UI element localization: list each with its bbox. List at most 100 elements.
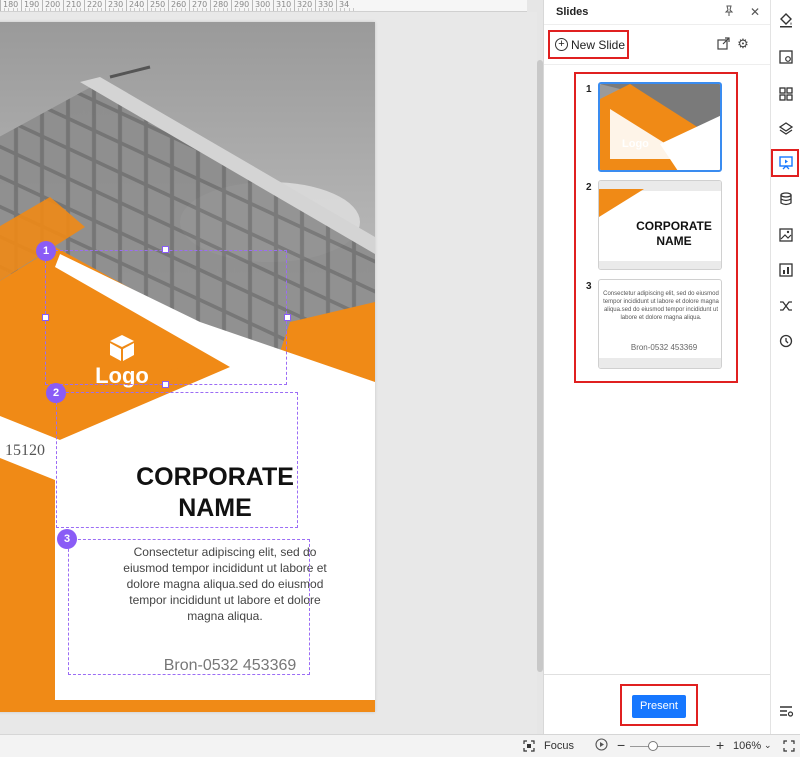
ruler-minor-tick xyxy=(25,8,27,11)
settings-list-icon[interactable] xyxy=(777,702,795,720)
ruler-minor-tick xyxy=(92,8,94,11)
ruler-minor-tick xyxy=(130,8,132,11)
shuffle-icon[interactable] xyxy=(777,297,795,315)
new-slide-button[interactable]: + New Slide xyxy=(548,30,629,59)
selection-badge-2: 2 xyxy=(46,383,66,403)
ruler-minor-tick xyxy=(319,8,321,11)
ruler-minor-tick xyxy=(268,8,270,11)
ruler-minor-tick xyxy=(113,8,115,11)
resize-handle[interactable] xyxy=(162,246,169,253)
panel-header: Slides ✕ xyxy=(544,0,771,25)
ruler-minor-tick xyxy=(100,8,102,11)
selection-box-2[interactable] xyxy=(56,392,298,528)
thumbnail-logo-text: Logo xyxy=(622,138,649,150)
gear-icon[interactable]: ⚙ xyxy=(736,37,750,51)
plus-circle-icon: + xyxy=(555,38,568,51)
ruler-minor-tick xyxy=(58,8,60,11)
database-icon[interactable] xyxy=(777,190,795,208)
selection-box-1[interactable] xyxy=(45,250,287,385)
ruler-minor-tick xyxy=(33,8,35,11)
ruler-minor-tick xyxy=(184,8,186,11)
slides-panel: Slides ✕ + New Slide ⚙ 1 Logo 2 CORPORAT… xyxy=(543,0,771,734)
zoom-out-button[interactable]: − xyxy=(617,737,625,753)
layers-icon[interactable] xyxy=(777,120,795,138)
zoom-in-button[interactable]: + xyxy=(716,737,724,753)
slide-thumbnail-2[interactable]: CORPORATE NAME xyxy=(598,180,722,270)
selection-badge-3: 3 xyxy=(57,529,77,549)
chart-icon[interactable] xyxy=(777,261,795,279)
ruler-minor-tick xyxy=(331,8,333,11)
history-icon[interactable] xyxy=(777,332,795,350)
slide-thumbnail-3[interactable]: Consectetur adipiscing elit, sed do eius… xyxy=(598,279,722,369)
zoom-slider-track[interactable] xyxy=(630,746,710,747)
ruler-minor-tick xyxy=(180,8,182,11)
fullscreen-icon[interactable] xyxy=(783,740,795,755)
thumbnail-footer-strip xyxy=(599,261,721,269)
thumbnail-footer-strip xyxy=(599,358,721,368)
ruler-minor-tick xyxy=(96,8,98,11)
ruler-minor-tick xyxy=(344,8,346,11)
ruler-minor-tick xyxy=(306,8,308,11)
ruler-minor-tick xyxy=(163,8,165,11)
resize-handle[interactable] xyxy=(162,381,169,388)
present-highlight: Present xyxy=(620,684,698,726)
building-number: 15120 xyxy=(5,442,45,459)
resize-handle[interactable] xyxy=(284,314,291,321)
ruler-minor-tick xyxy=(277,8,279,11)
page-setup-icon[interactable] xyxy=(777,48,795,66)
ruler-minor-tick xyxy=(243,8,245,11)
ruler-minor-tick xyxy=(71,8,73,11)
divider xyxy=(544,64,771,65)
ruler-minor-tick xyxy=(205,8,207,11)
ruler-minor-tick xyxy=(310,8,312,11)
ruler-minor-tick xyxy=(79,8,81,11)
pin-icon[interactable] xyxy=(722,5,736,19)
ruler-minor-tick xyxy=(218,8,220,11)
thumbnail-number: 1 xyxy=(586,84,592,95)
chevron-down-icon[interactable]: ⌄ xyxy=(764,740,772,751)
ruler-minor-tick xyxy=(117,8,119,11)
zoom-level[interactable]: 106% xyxy=(733,740,761,752)
focus-icon[interactable] xyxy=(523,740,535,755)
ruler-minor-tick xyxy=(222,8,224,11)
ruler-minor-tick xyxy=(176,8,178,11)
ruler-minor-tick xyxy=(138,8,140,11)
thumbnail-1-image xyxy=(600,84,720,170)
ruler-minor-tick xyxy=(109,8,111,11)
ruler-minor-tick xyxy=(8,8,10,11)
ruler-minor-tick xyxy=(121,8,123,11)
ruler-minor-tick xyxy=(159,8,161,11)
ruler-minor-tick xyxy=(142,8,144,11)
ruler-minor-tick xyxy=(46,8,48,11)
thumbnail-title-line-2: NAME xyxy=(656,234,692,248)
ruler-minor-tick xyxy=(289,8,291,11)
ruler-minor-tick xyxy=(197,8,199,11)
ruler-minor-tick xyxy=(201,8,203,11)
ruler-minor-tick xyxy=(16,8,18,11)
resize-handle[interactable] xyxy=(42,314,49,321)
close-icon[interactable]: ✕ xyxy=(748,5,762,19)
grid-icon[interactable] xyxy=(777,85,795,103)
panel-footer: Present xyxy=(544,674,771,734)
play-circle-icon[interactable] xyxy=(595,738,608,754)
thumbnail-body-text: Consectetur adipiscing elit, sed do eius… xyxy=(603,291,719,321)
horizontal-ruler: 180 190 200 210 220 230 240 250 260 270 280 290 300 3… xyxy=(0,0,527,12)
export-icon[interactable] xyxy=(716,37,730,51)
ruler-minor-tick xyxy=(172,8,174,11)
focus-label[interactable]: Focus xyxy=(544,740,574,752)
selection-box-3[interactable] xyxy=(68,539,310,675)
canvas-area[interactable]: 15120 Logo CORPORATE NAME Consectetur ad… xyxy=(0,12,537,734)
ruler-minor-tick xyxy=(260,8,262,11)
panel-title: Slides xyxy=(556,6,589,18)
right-toolbar xyxy=(770,0,800,734)
ruler-minor-tick xyxy=(264,8,266,11)
slide-thumbnail-1[interactable]: Logo xyxy=(598,82,722,172)
thumbnail-orange-corner xyxy=(599,189,644,217)
fill-icon[interactable] xyxy=(777,11,795,29)
present-button[interactable]: Present xyxy=(632,695,686,718)
ruler-minor-tick xyxy=(256,8,258,11)
zoom-slider-handle[interactable] xyxy=(648,741,658,751)
image-icon[interactable] xyxy=(777,226,795,244)
slideshow-icon[interactable] xyxy=(777,154,795,172)
orange-footer-bar xyxy=(55,700,375,712)
